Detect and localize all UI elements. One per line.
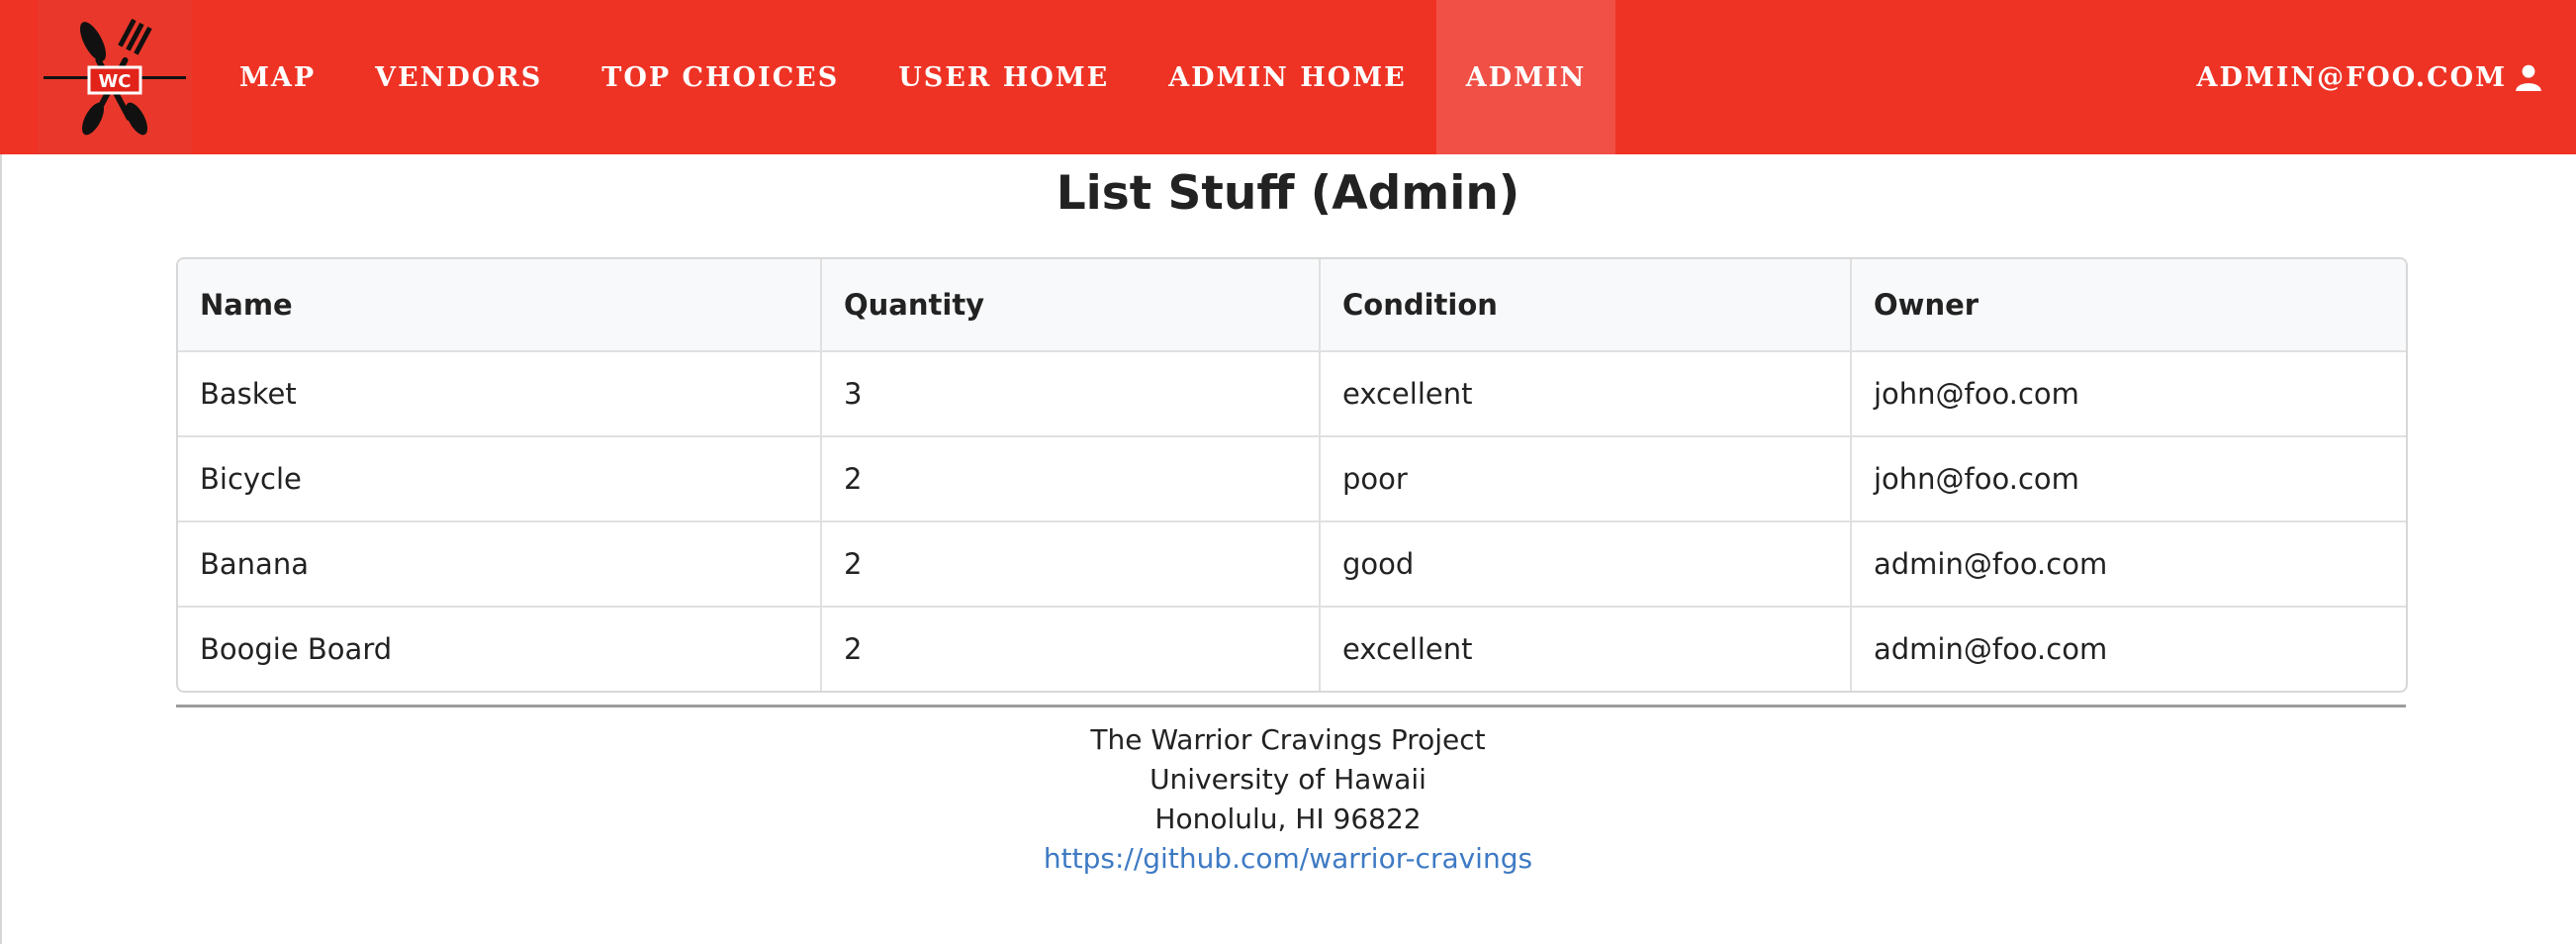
user-email: admin@foo.com: [2196, 61, 2507, 93]
nav-item-top-choices[interactable]: Top Choices: [572, 0, 869, 154]
page-title: List Stuff (Admin): [1056, 166, 1520, 221]
nav-item-admin-home[interactable]: Admin Home: [1139, 0, 1435, 154]
stuff-table-container: Name Quantity Condition Owner Basket 3 e…: [176, 257, 2408, 693]
footer-github-link[interactable]: https://github.com/warrior-cravings: [1044, 842, 1532, 875]
table-row: Bicycle 2 poor john@foo.com: [178, 436, 2406, 522]
user-icon: [2516, 64, 2541, 91]
table-row: Basket 3 excellent john@foo.com: [178, 351, 2406, 437]
column-header-name: Name: [178, 259, 821, 352]
footer: The Warrior Cravings Project University …: [0, 720, 2576, 879]
nav-item-map[interactable]: Map: [210, 0, 345, 154]
cell-owner: admin@foo.com: [1850, 521, 2406, 608]
stuff-table: Name Quantity Condition Owner Basket 3 e…: [178, 259, 2406, 691]
footer-divider: [176, 705, 2406, 708]
nav-menu: Map Vendors Top Choices User Home Admin …: [210, 0, 1616, 154]
column-header-owner: Owner: [1850, 259, 2406, 352]
cell-quantity: 2: [820, 436, 1320, 522]
column-header-condition: Condition: [1319, 259, 1851, 352]
cell-name: Boogie Board: [200, 632, 393, 666]
logo-text: WC: [98, 71, 131, 92]
footer-university: University of Hawaii: [1150, 763, 1426, 796]
table-row: Banana 2 good admin@foo.com: [178, 521, 2406, 608]
cell-owner: john@foo.com: [1850, 351, 2406, 437]
cell-condition: poor: [1319, 436, 1851, 522]
cell-quantity: 2: [820, 607, 1320, 691]
cell-quantity: 2: [820, 521, 1320, 608]
user-menu-dropdown[interactable]: admin@foo.com: [2197, 0, 2542, 154]
footer-project-name: The Warrior Cravings Project: [1090, 723, 1486, 756]
crossed-utensils-logo-icon: WC: [44, 18, 186, 136]
cell-condition: excellent: [1319, 351, 1851, 437]
cell-name: Basket: [178, 351, 821, 437]
cell-condition: excellent: [1319, 607, 1851, 691]
top-navbar: WC Map Vendors Top Choices User Home Adm…: [0, 0, 2576, 154]
table-row: Boogie Board 2 excellent admin@foo.com: [178, 607, 2406, 691]
cell-owner: admin@foo.com: [1850, 607, 2406, 691]
table-header-row: Name Quantity Condition Owner: [178, 259, 2406, 352]
cell-name: Bicycle: [178, 436, 821, 522]
nav-item-vendors[interactable]: Vendors: [345, 0, 572, 154]
brand-logo[interactable]: WC: [38, 0, 192, 154]
cell-name: Banana: [178, 521, 821, 608]
cell-owner: john@foo.com: [1850, 436, 2406, 522]
footer-address: Honolulu, HI 96822: [1154, 802, 1422, 835]
nav-item-user-home[interactable]: User Home: [869, 0, 1139, 154]
cell-condition: good: [1319, 521, 1851, 608]
cell-quantity: 3: [820, 351, 1320, 437]
nav-item-admin[interactable]: Admin: [1435, 0, 1616, 154]
column-header-quantity: Quantity: [820, 259, 1320, 352]
